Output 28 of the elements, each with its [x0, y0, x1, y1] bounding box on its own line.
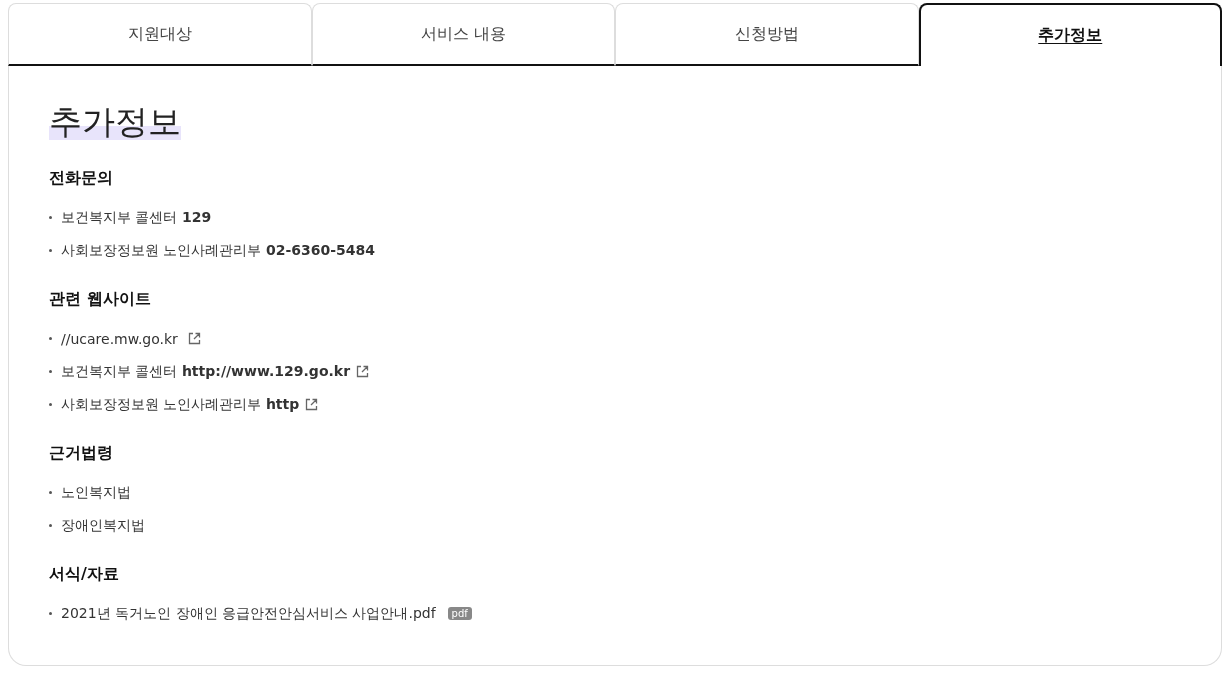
bullet-icon	[49, 491, 52, 495]
bullet-icon	[49, 337, 52, 341]
list-text: 노인복지법	[61, 483, 131, 502]
bullet-icon	[49, 370, 52, 374]
tab[interactable]: 신청방법	[615, 3, 919, 66]
tab[interactable]: 서비스 내용	[311, 3, 615, 66]
file-type-badge[interactable]: pdf	[447, 607, 472, 621]
list-text: 장애인복지법	[61, 516, 145, 535]
tab[interactable]: 지원대상	[8, 3, 312, 66]
section-heading: 관련 웹사이트	[49, 289, 152, 311]
bullet-icon	[49, 524, 52, 528]
bullet-icon	[49, 612, 52, 616]
section-heading: 전화문의	[49, 168, 114, 190]
external-link-icon[interactable]	[305, 398, 319, 412]
list-text: 보건복지부 콜센터 129	[61, 208, 212, 227]
list-text: 사회보장정보원 노인사례관리부 02-6360-5484	[61, 241, 375, 260]
link[interactable]: //ucare.mw.go.kr	[61, 330, 183, 347]
external-link-icon[interactable]	[356, 365, 370, 379]
section-heading: 서식/자료	[49, 564, 120, 586]
link[interactable]: 사회보장정보원 노인사례관리부 http	[61, 395, 300, 414]
bullet-icon	[49, 403, 52, 407]
external-link-icon[interactable]	[188, 332, 202, 346]
list-text: 2021년 독거노인 장애인 응급안전안심서비스 사업안내.pdf	[61, 604, 436, 623]
tab[interactable]: 추가정보	[918, 3, 1222, 66]
bullet-icon	[49, 216, 52, 220]
bullet-icon	[49, 249, 52, 253]
section-heading: 근거법령	[49, 443, 114, 465]
link[interactable]: 보건복지부 콜센터 http://www.129.go.kr	[61, 362, 351, 381]
